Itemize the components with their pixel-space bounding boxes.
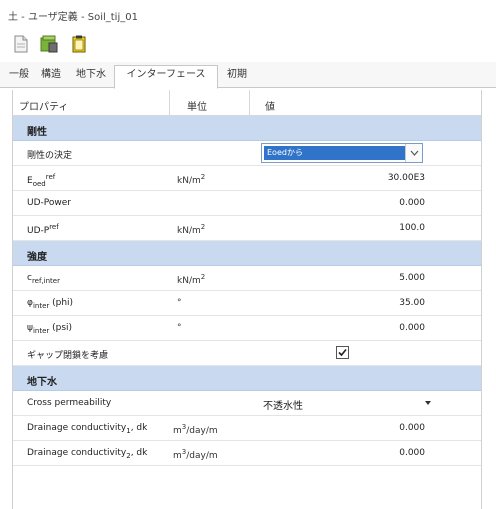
phi-value-field[interactable]: 35.00 — [399, 298, 425, 308]
dropdown-arrow-icon[interactable] — [425, 401, 431, 405]
ud-power-value-field[interactable]: 0.000 — [399, 198, 425, 208]
ud-pref-value-field[interactable]: 100.0 — [399, 223, 425, 233]
property-unit: m3/day/m — [173, 423, 218, 436]
group-header-groundwater[interactable]: 地下水 — [13, 366, 481, 391]
property-name: ψinter (psi) — [27, 323, 73, 335]
property-name: Drainage conductivity1, dk — [27, 423, 148, 435]
stiffness-method-dropdown[interactable]: Eoedから — [261, 143, 423, 163]
property-unit: kN/m2 — [177, 273, 206, 286]
group-header-strength[interactable]: 強度 — [13, 241, 481, 266]
property-name: UD-Power — [27, 198, 71, 208]
row-eoed-ref: Eoedref kN/m2 30.00E3 — [13, 166, 481, 191]
column-header-property: プロパティ — [19, 102, 69, 113]
group-title: 強度 — [27, 252, 47, 263]
property-name: cref,inter — [27, 273, 60, 285]
dropdown-selected-value: Eoedから — [264, 146, 405, 160]
toolbar — [0, 26, 496, 60]
property-unit: kN/m2 — [177, 173, 206, 186]
new-file-icon[interactable] — [12, 35, 30, 53]
column-header-row: プロパティ 単位 値 — [13, 90, 481, 116]
tab-interface[interactable]: インターフェース — [114, 65, 218, 89]
checkmark-icon — [338, 348, 347, 357]
tab-bar: 一般 構造 地下水 インターフェース 初期 — [0, 62, 496, 89]
row-gap-closure: ギャップ閉鎖を考慮 — [13, 341, 481, 366]
group-header-stiffness[interactable]: 剛性 — [13, 116, 481, 141]
chevron-down-icon — [410, 150, 419, 156]
cross-permeability-dropdown[interactable]: 不透水性 — [261, 391, 441, 415]
group-title: 剛性 — [27, 127, 47, 138]
property-name: ギャップ閉鎖を考慮 — [27, 351, 109, 361]
property-grid: プロパティ 単位 値 剛性 剛性の決定 Eoedから Eoedref kN/m2… — [12, 90, 482, 509]
property-name: UD-Pref — [27, 223, 59, 236]
column-separator[interactable] — [249, 90, 250, 116]
c-ref-value-field[interactable]: 5.000 — [399, 273, 425, 283]
property-unit: ° — [177, 298, 182, 308]
property-name: 剛性の決定 — [27, 151, 73, 161]
group-title: 地下水 — [27, 377, 57, 388]
window-titlebar: 土 - ユーザ定義 - Soil_tij_01 — [0, 0, 496, 26]
dropdown-selected-value: 不透水性 — [263, 401, 303, 412]
row-cross-permeability: Cross permeability 不透水性 — [13, 391, 481, 416]
property-name: Cross permeability — [27, 398, 112, 408]
psi-value-field[interactable]: 0.000 — [399, 323, 425, 333]
window-title: 土 - ユーザ定義 - Soil_tij_01 — [8, 12, 138, 23]
row-stiffness-decision: 剛性の決定 Eoedから — [13, 141, 481, 166]
drainage-conductivity-1-value-field[interactable]: 0.000 — [399, 423, 425, 433]
property-name: Eoedref — [27, 173, 56, 188]
dropdown-button[interactable] — [405, 144, 422, 162]
property-unit: ° — [177, 323, 182, 333]
property-unit: m3/day/m — [173, 448, 218, 461]
tab-general[interactable]: 一般 — [4, 66, 34, 88]
row-phi-inter: φinter (phi) ° 35.00 — [13, 291, 481, 316]
column-header-value: 値 — [265, 102, 275, 113]
eoed-value-field[interactable]: 30.00E3 — [388, 173, 425, 183]
row-ud-pref: UD-Pref kN/m2 100.0 — [13, 216, 481, 241]
column-separator[interactable] — [169, 90, 170, 116]
tab-structure[interactable]: 構造 — [36, 66, 66, 88]
row-drainage-conductivity-2: Drainage conductivity2, dk m3/day/m 0.00… — [13, 441, 481, 466]
property-unit: kN/m2 — [177, 223, 206, 236]
row-psi-inter: ψinter (psi) ° 0.000 — [13, 316, 481, 341]
open-material-icon[interactable] — [40, 35, 58, 53]
property-name: Drainage conductivity2, dk — [27, 448, 148, 460]
column-header-unit: 単位 — [187, 102, 207, 113]
property-name: φinter (phi) — [27, 298, 74, 310]
row-c-ref-inter: cref,inter kN/m2 5.000 — [13, 266, 481, 291]
tab-groundwater[interactable]: 地下水 — [70, 66, 112, 88]
row-drainage-conductivity-1: Drainage conductivity1, dk m3/day/m 0.00… — [13, 416, 481, 441]
tab-initial[interactable]: 初期 — [220, 66, 254, 88]
gap-closure-checkbox[interactable] — [336, 346, 349, 359]
row-ud-power: UD-Power 0.000 — [13, 191, 481, 216]
clipboard-icon[interactable] — [70, 35, 88, 53]
drainage-conductivity-2-value-field[interactable]: 0.000 — [399, 448, 425, 458]
